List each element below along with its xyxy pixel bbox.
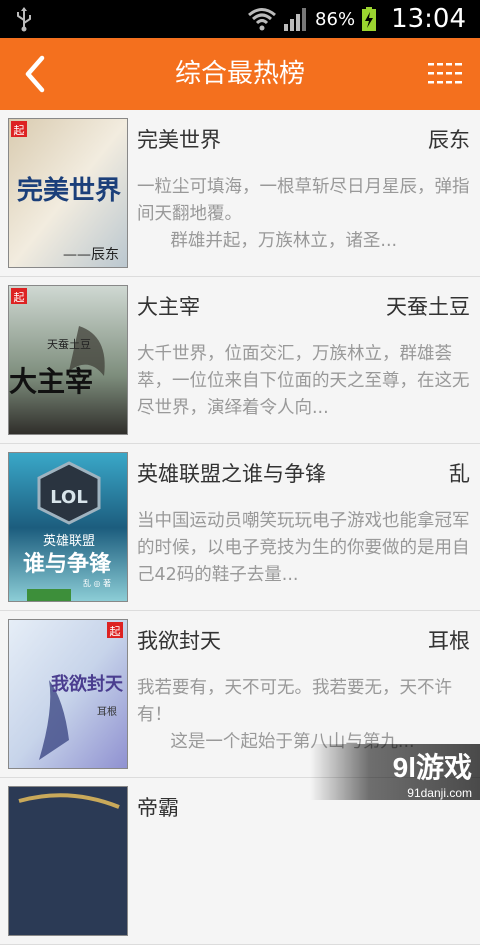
title-bar: 综合最热榜: [0, 38, 480, 110]
list-menu-icon[interactable]: [428, 62, 462, 86]
book-title: 完美世界: [137, 128, 221, 152]
book-title: 我欲封天: [137, 629, 221, 653]
book-description: 当中国运动员嘲笑玩玩电子游戏也能拿冠军的时候，以电子竞技为生的你要做的是用自己4…: [137, 511, 470, 585]
book-list: 起 完美世界 ——辰东 完美世界 辰东 一粒尘可填海，一根草斩尽日月星辰，弹指间…: [0, 110, 480, 945]
cover-title: 大主宰: [9, 365, 93, 398]
book-title: 帝霸: [137, 796, 179, 820]
cover-series: 英雄联盟: [43, 534, 95, 549]
book-cover: 起 完美世界 ——辰东: [8, 118, 128, 268]
svg-text:LOL: LOL: [50, 487, 88, 508]
book-title: 大主宰: [137, 295, 200, 319]
watermark: 9l游戏 91danji.com: [310, 744, 480, 800]
cover-logo: 起: [14, 291, 25, 304]
list-item[interactable]: 起 完美世界 ——辰东 完美世界 辰东 一粒尘可填海，一根草斩尽日月星辰，弹指间…: [0, 110, 480, 277]
cover-author: 乱 ◎ 著: [83, 578, 111, 588]
usb-icon: [17, 7, 31, 32]
list-item[interactable]: LOL 英雄联盟 谁与争锋 乱 ◎ 著 英雄联盟之谁与争锋 乱 当中国运动员嘲笑…: [0, 444, 480, 611]
page-title: 综合最热榜: [174, 59, 305, 89]
book-cover: LOL 英雄联盟 谁与争锋 乱 ◎ 著: [8, 452, 128, 602]
book-author: 天蚕土豆: [386, 295, 470, 319]
book-cover: [8, 786, 128, 936]
battery-percent: 86%: [315, 8, 356, 30]
book-author: 乱: [449, 462, 470, 486]
book-title: 英雄联盟之谁与争锋: [137, 462, 326, 486]
cover-logo: 起: [14, 124, 25, 137]
cover-author: ——辰东: [63, 247, 119, 263]
watermark-url: 91danji.com: [407, 786, 472, 800]
cover-title: 谁与争锋: [23, 551, 112, 577]
book-cover: 起 大主宰 天蚕土豆: [8, 285, 128, 435]
cover-author: 耳根: [97, 705, 117, 718]
book-author: 辰东: [428, 128, 470, 152]
wifi-icon: [248, 8, 277, 31]
cover-author: 天蚕土豆: [47, 338, 91, 351]
cover-title: 完美世界: [17, 175, 121, 206]
list-item[interactable]: 起 大主宰 天蚕土豆 大主宰 天蚕土豆 大千世界，位面交汇，万族林立，群雄荟萃，…: [0, 277, 480, 444]
book-cover: 起 我欲封天 耳根: [8, 619, 128, 769]
cover-title: 我欲封天: [51, 673, 124, 695]
status-bar: 86% 13:04: [0, 0, 480, 38]
book-author: 耳根: [428, 629, 470, 653]
book-description: 一粒尘可填海，一根草斩尽日月星辰，弹指间天翻地覆。 群雄并起，万族林立，诸圣..…: [137, 177, 470, 251]
list-item[interactable]: 帝霸: [0, 778, 480, 945]
clock: 13:04: [391, 4, 466, 34]
signal-icon: [284, 8, 307, 31]
cover-logo: 起: [110, 625, 121, 638]
battery-charging-icon: [362, 7, 377, 31]
watermark-text: 9l游戏: [392, 752, 472, 783]
book-description: 大千世界，位面交汇，万族林立，群雄荟萃，一位位来自下位面的天之至尊，在这无尽世界…: [137, 344, 470, 418]
